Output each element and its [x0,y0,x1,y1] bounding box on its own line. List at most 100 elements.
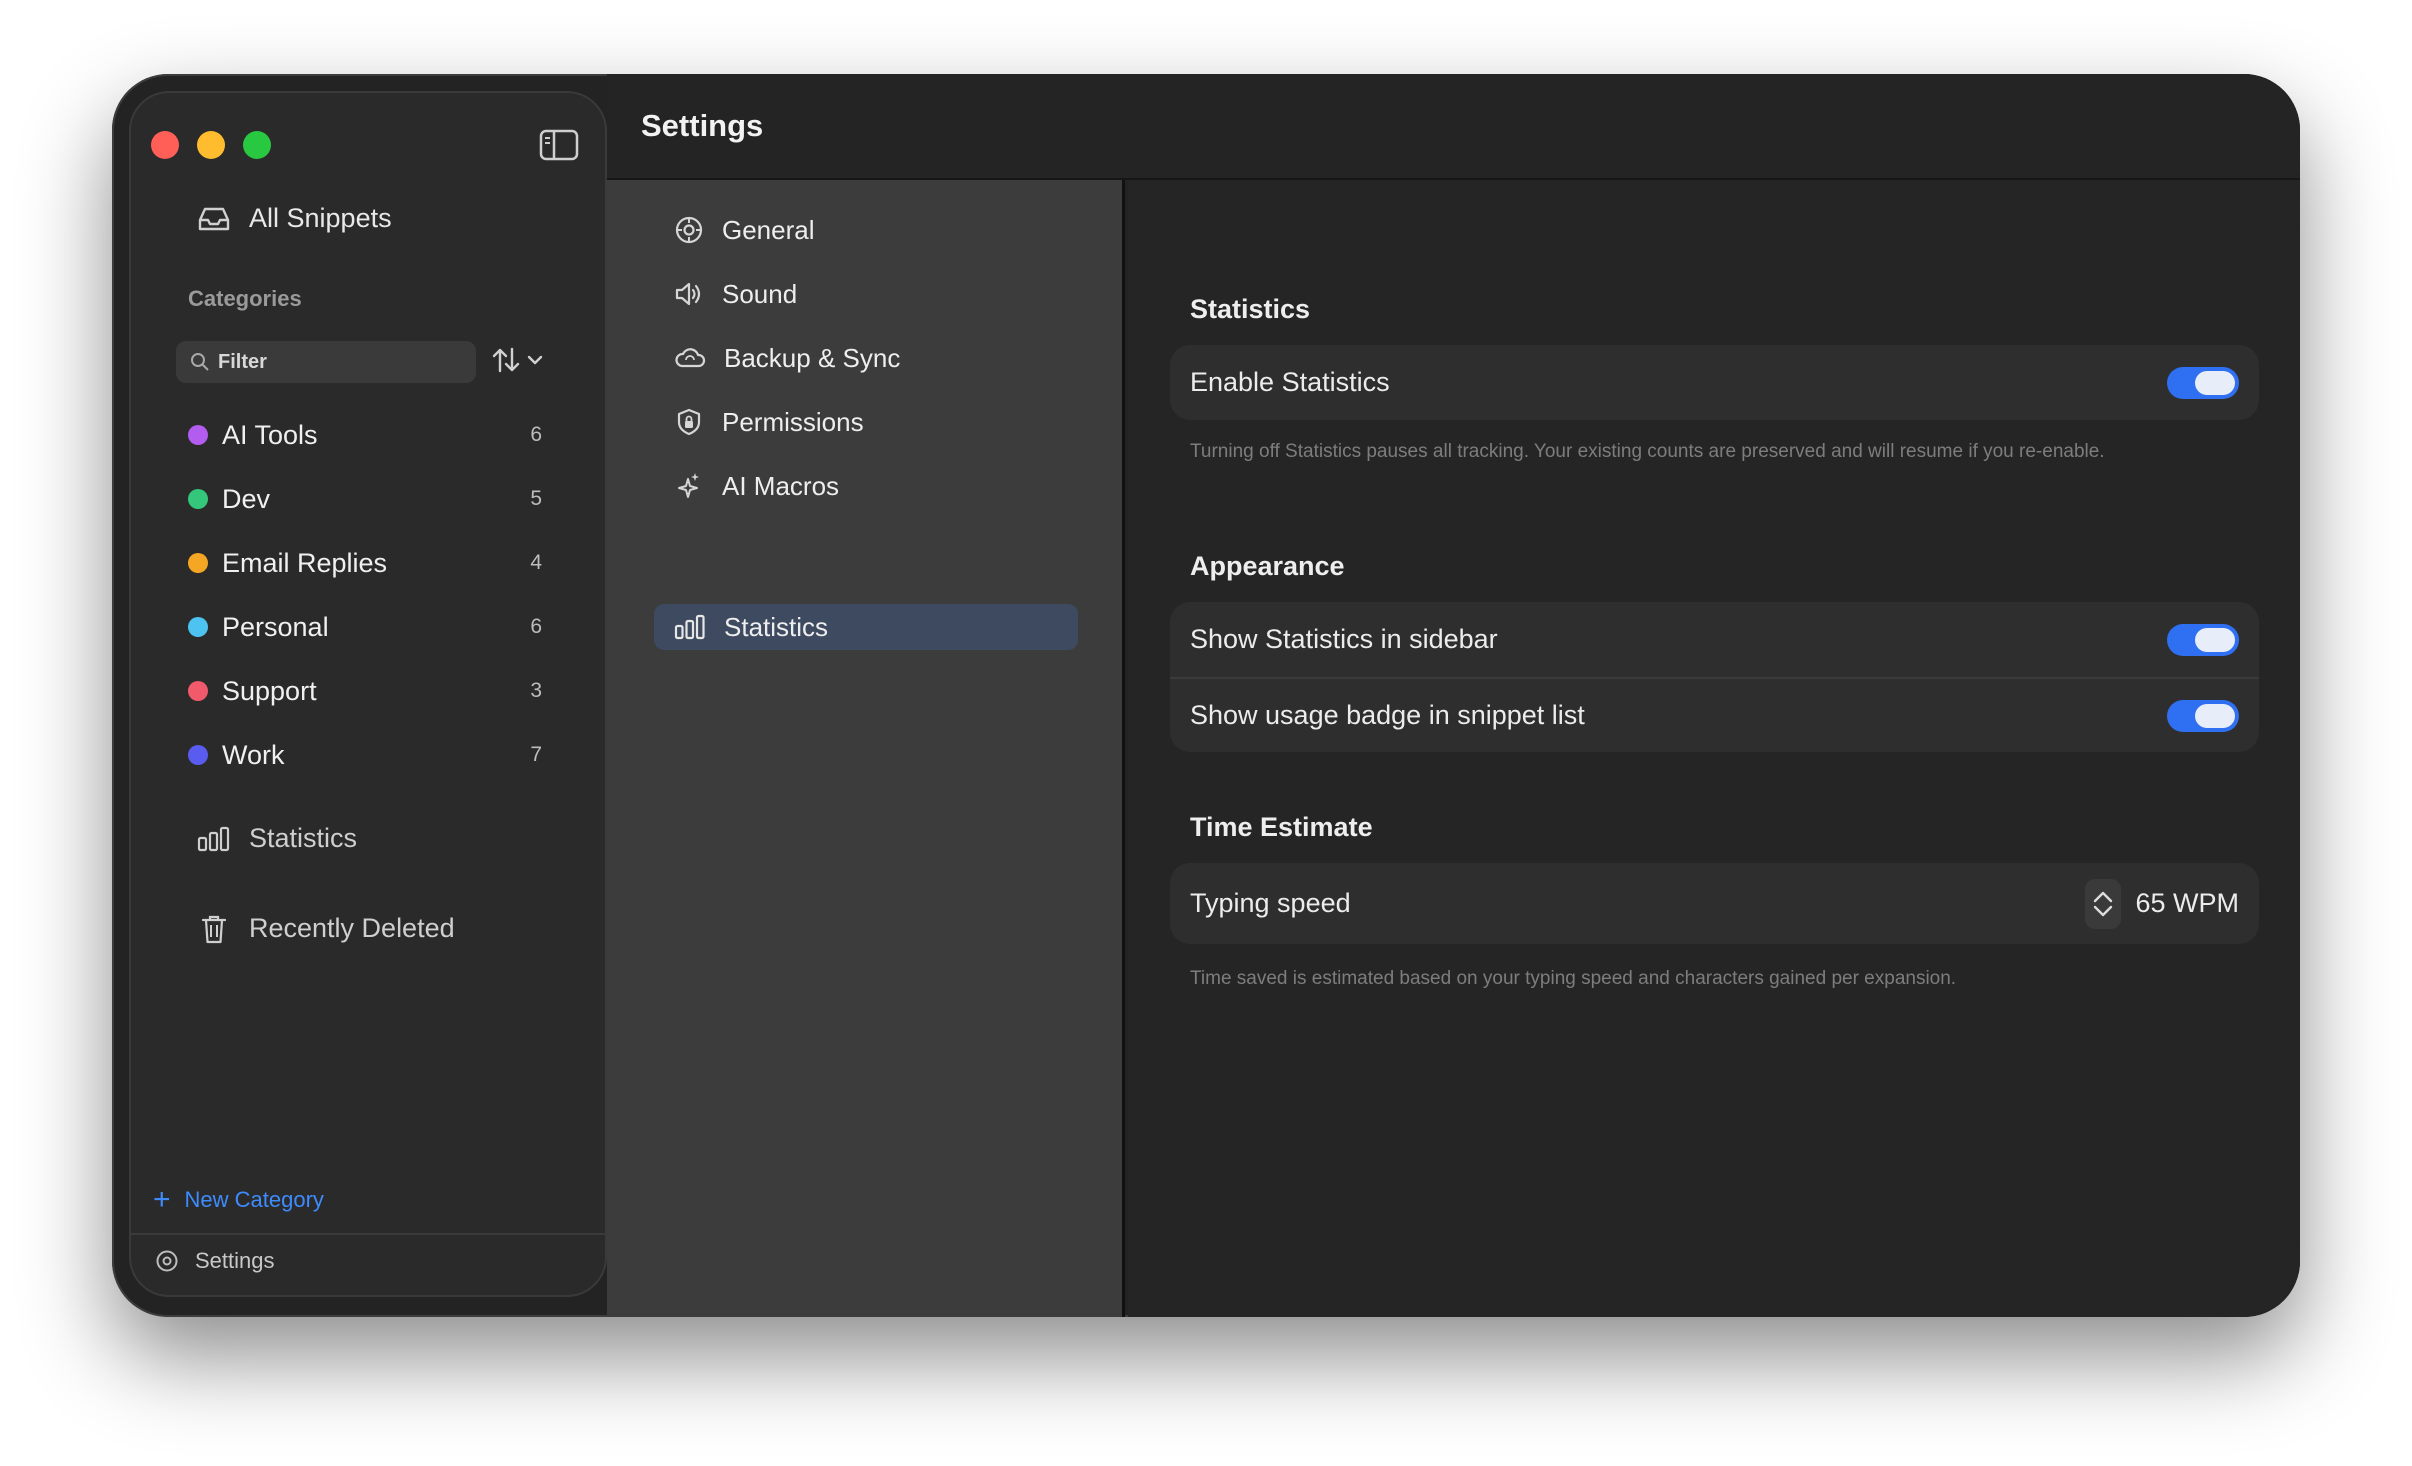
category-color-dot [188,425,208,445]
sort-button[interactable] [491,345,543,375]
window-controls [151,131,271,159]
sidebar-item-statistics[interactable]: Statistics [197,823,357,854]
show-usage-badge-label: Show usage badge in snippet list [1190,700,1585,730]
chevron-up-icon[interactable] [2092,890,2114,904]
lock-shield-icon [677,408,701,436]
category-count: 6 [530,615,542,638]
statistics-settings-panel: Statistics Enable Statistics Turning off… [1128,180,2300,1317]
search-icon [191,353,209,371]
category-list: AI Tools 6 Dev 5 Email Replies 4 Persona… [188,403,568,787]
typing-speed-row: Typing speed 65 WPM [1170,863,2259,944]
app-window: All Snippets Categories Filter AI Tools [112,74,2300,1317]
statistics-note: Turning off Statistics pauses all tracki… [1190,441,2105,462]
close-button[interactable] [151,131,179,159]
typing-speed-stepper[interactable] [2085,878,2122,929]
speaker-icon [675,282,701,306]
nav-label: Permissions [722,406,864,437]
appearance-card: Show Statistics in sidebar Show usage ba… [1170,602,2259,752]
category-color-dot [188,745,208,765]
category-count: 5 [530,487,542,510]
category-item-dev[interactable]: Dev 5 [188,467,568,531]
settings-header: Settings [607,74,2300,180]
bar-chart-icon [197,826,230,851]
category-name: Dev [222,483,271,514]
category-item-ai-tools[interactable]: AI Tools 6 [188,403,568,467]
sidebar-settings-button[interactable]: Settings [155,1248,275,1274]
nav-label: Statistics [724,611,829,642]
category-count: 7 [530,743,542,766]
category-name: Work [222,739,285,770]
category-name: Email Replies [222,547,388,578]
enable-statistics-toggle[interactable] [2167,366,2239,399]
statistics-card: Enable Statistics [1170,345,2259,420]
nav-label: Sound [722,278,798,309]
sidebar-divider [131,1233,605,1235]
new-category-label: New Category [184,1187,324,1212]
sidebar-statistics-label: Statistics [249,823,358,853]
chevron-down-icon [527,355,543,365]
category-item-work[interactable]: Work 7 [188,723,568,787]
category-color-dot [188,553,208,573]
typing-speed-label: Typing speed [1190,888,1351,918]
tray-icon [198,207,230,230]
all-snippets-label: All Snippets [249,203,392,233]
category-color-dot [188,489,208,509]
category-color-dot [188,681,208,701]
sidebar-item-recently-deleted[interactable]: Recently Deleted [197,913,455,944]
show-usage-badge-row: Show usage badge in snippet list [1170,677,2259,752]
sidebar: All Snippets Categories Filter AI Tools [129,91,607,1297]
gear-icon [156,1250,178,1272]
sidebar-recently-deleted-label: Recently Deleted [249,913,455,943]
new-category-button[interactable]: + New Category [153,1185,324,1215]
category-count: 4 [530,551,542,574]
minimize-button[interactable] [197,131,225,159]
page-title: Settings [641,108,764,143]
section-title-appearance: Appearance [1190,551,1345,581]
settings-nav: General Sound Backup & Sync Permissions … [607,180,1125,1317]
sidebar-toggle-icon[interactable] [539,129,579,161]
time-estimate-note: Time saved is estimated based on your ty… [1190,968,1957,989]
category-name: Personal [222,611,329,642]
category-filter-input[interactable]: Filter [176,341,476,383]
category-item-support[interactable]: Support 3 [188,659,568,723]
enable-statistics-label: Enable Statistics [1190,367,1390,397]
bar-chart-icon [674,614,705,640]
gear-icon [675,216,703,244]
nav-item-ai-macros[interactable]: AI Macros [654,463,1078,509]
time-estimate-card: Typing speed 65 WPM [1170,863,2259,944]
plus-icon: + [153,1183,171,1216]
sort-arrows-icon [492,347,520,373]
show-statistics-sidebar-row: Show Statistics in sidebar [1170,602,2259,677]
nav-item-general[interactable]: General [654,207,1078,253]
category-name: AI Tools [222,419,318,450]
category-color-dot [188,617,208,637]
chevron-down-icon[interactable] [2092,904,2114,918]
category-item-email-replies[interactable]: Email Replies 4 [188,531,568,595]
category-name: Support [222,675,317,706]
nav-label: Backup & Sync [724,342,901,373]
nav-item-sound[interactable]: Sound [654,271,1078,317]
cloud-icon [675,348,706,368]
typing-speed-value: 65 WPM [2135,888,2239,918]
category-count: 3 [530,679,542,702]
trash-icon [201,915,227,943]
category-count: 6 [530,423,542,446]
zoom-button[interactable] [243,131,271,159]
enable-statistics-row: Enable Statistics [1170,345,2259,420]
sidebar-settings-label: Settings [195,1248,275,1273]
all-snippets-item[interactable]: All Snippets [197,203,392,234]
nav-item-backup-sync[interactable]: Backup & Sync [654,335,1078,381]
filter-placeholder: Filter [218,350,267,373]
sparkle-icon [678,473,699,498]
show-usage-badge-toggle[interactable] [2167,699,2239,732]
nav-label: AI Macros [722,470,840,501]
nav-item-permissions[interactable]: Permissions [654,399,1078,445]
nav-label: General [722,214,815,245]
category-item-personal[interactable]: Personal 6 [188,595,568,659]
categories-heading: Categories [188,286,302,311]
section-title-statistics: Statistics [1190,294,1311,324]
show-statistics-sidebar-label: Show Statistics in sidebar [1190,624,1498,654]
show-statistics-sidebar-toggle[interactable] [2167,623,2239,656]
nav-item-statistics[interactable]: Statistics [654,604,1078,650]
section-title-time-estimate: Time Estimate [1190,812,1373,842]
